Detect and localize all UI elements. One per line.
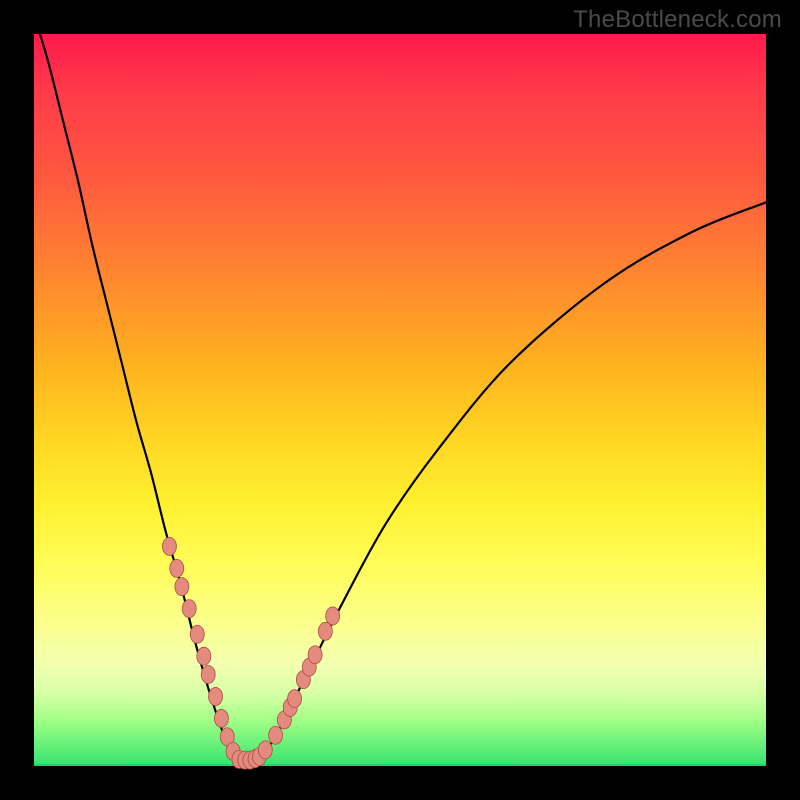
- bead-marker: [326, 607, 340, 625]
- bead-marker: [269, 726, 283, 744]
- outer-frame: TheBottleneck.com: [0, 0, 800, 800]
- bead-marker: [209, 687, 223, 705]
- bottleneck-curve: [38, 27, 766, 762]
- bead-marker: [308, 646, 322, 664]
- bead-marker: [182, 600, 196, 618]
- bead-marker: [318, 622, 332, 640]
- bead-marker: [258, 741, 272, 759]
- bead-group: [162, 537, 339, 769]
- bead-marker: [175, 578, 189, 596]
- bead-marker: [201, 666, 215, 684]
- bead-marker: [170, 559, 184, 577]
- bead-marker: [197, 647, 211, 665]
- plot-area: [34, 34, 766, 766]
- bead-marker: [288, 690, 302, 708]
- chart-svg: [34, 34, 766, 766]
- bead-marker: [190, 625, 204, 643]
- bead-marker: [214, 709, 228, 727]
- bead-marker: [162, 537, 176, 555]
- watermark-text: TheBottleneck.com: [573, 6, 782, 34]
